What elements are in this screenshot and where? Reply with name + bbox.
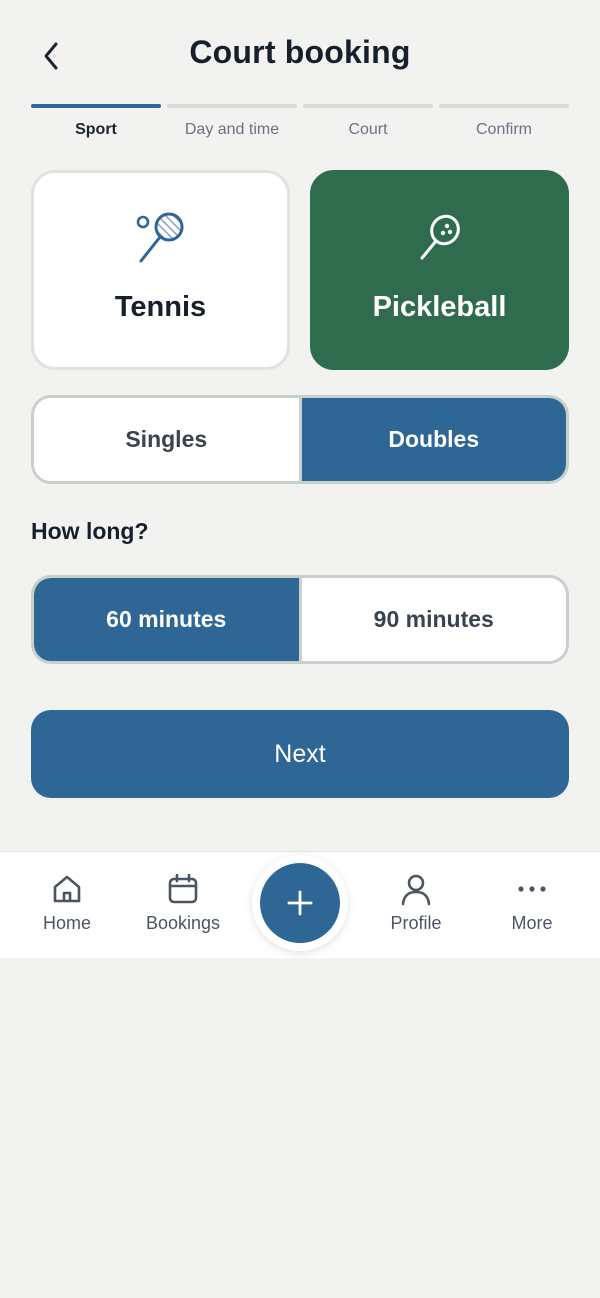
nav-label: Home (42, 913, 91, 933)
next-button[interactable]: Next (31, 710, 569, 798)
sport-name: Pickleball (372, 291, 507, 323)
step-label: Day and time (184, 121, 280, 138)
tennis-racket-icon (136, 212, 183, 263)
duration-option-60[interactable]: 60 minutes (34, 578, 299, 661)
step-bar (439, 104, 569, 108)
step-confirm: Confirm (439, 104, 569, 139)
plus-icon (287, 890, 313, 916)
format-option-singles[interactable]: Singles (34, 398, 299, 481)
user-icon (401, 874, 431, 906)
duration-option-90[interactable]: 90 minutes (298, 578, 566, 661)
step-bar (303, 104, 433, 108)
step-court: Court (303, 104, 433, 139)
nav-label: Profile (390, 913, 442, 933)
more-dots-icon (518, 886, 546, 892)
sport-selector: Tennis Pickleball (31, 170, 569, 370)
step-label: Sport (75, 121, 117, 138)
progress-stepper: Sport Day and time Court Confirm (31, 104, 569, 139)
pickleball-paddle-icon (420, 214, 460, 260)
nav-item-more[interactable]: More (477, 872, 587, 934)
nav-label: More (511, 913, 553, 933)
sport-name: Tennis (114, 291, 207, 323)
sport-card-tennis[interactable]: Tennis (31, 170, 290, 370)
duration-segmented-control: 60 minutes 90 minutes (31, 575, 569, 664)
nav-item-profile[interactable]: Profile (361, 872, 471, 934)
sport-card-pickleball[interactable]: Pickleball (310, 170, 569, 370)
nav-item-home[interactable]: Home (12, 872, 122, 934)
duration-label: How long? (31, 518, 149, 544)
nav-label: Bookings (145, 913, 221, 933)
step-day-and-time: Day and time (167, 104, 297, 139)
home-icon (53, 875, 81, 903)
step-bar (167, 104, 297, 108)
step-sport: Sport (31, 104, 161, 139)
step-label: Court (348, 121, 388, 138)
bottom-navigation: Home Bookings Profile More (0, 851, 600, 958)
header: Court booking (0, 0, 600, 104)
nav-item-bookings[interactable]: Bookings (128, 872, 238, 934)
step-label: Confirm (475, 121, 532, 138)
page-title: Court booking (189, 34, 411, 70)
step-bar (31, 104, 161, 108)
add-booking-button[interactable] (260, 863, 340, 943)
fab-container (252, 855, 348, 951)
format-segmented-control: Singles Doubles (31, 395, 569, 484)
calendar-icon (168, 873, 198, 904)
format-option-doubles[interactable]: Doubles (298, 398, 566, 481)
